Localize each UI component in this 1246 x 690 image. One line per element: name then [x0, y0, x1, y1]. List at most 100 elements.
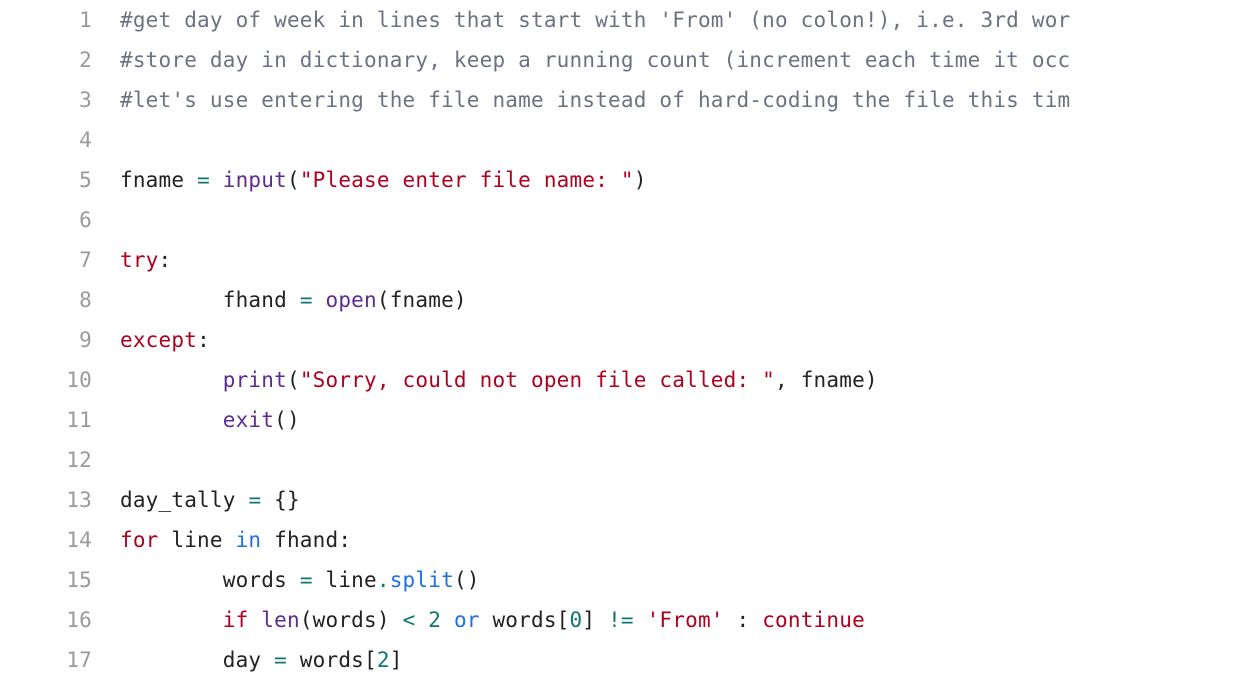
code-token: line [313, 568, 377, 592]
code-token: for [120, 528, 159, 552]
code-line[interactable]: 9except: [0, 320, 1246, 360]
code-content[interactable]: if len(words) < 2 or words[0] != 'From' … [120, 600, 865, 640]
code-token [248, 608, 261, 632]
code-line[interactable]: 15 words = line.split() [0, 560, 1246, 600]
code-content[interactable]: fhand = open(fname) [120, 280, 467, 320]
code-token: , fname) [775, 368, 878, 392]
code-token: print [223, 368, 287, 392]
code-token [441, 608, 454, 632]
indent [120, 648, 223, 672]
code-token: words [223, 568, 300, 592]
code-token: < [403, 608, 416, 632]
code-token: fname [120, 168, 197, 192]
code-line[interactable]: 10 print("Sorry, could not open file cal… [0, 360, 1246, 400]
code-line[interactable]: 11 exit() [0, 400, 1246, 440]
code-token: fhand: [261, 528, 351, 552]
code-token: = [197, 168, 210, 192]
line-number: 2 [0, 40, 120, 80]
code-token: day [223, 648, 274, 672]
code-token: or [454, 608, 480, 632]
code-content[interactable]: except: [120, 320, 210, 360]
code-token: (fname) [377, 288, 467, 312]
line-number: 9 [0, 320, 120, 360]
code-content[interactable]: day_tally = {} [120, 480, 300, 520]
code-token: = [300, 288, 313, 312]
code-content[interactable]: try: [120, 240, 171, 280]
code-token: #store day in dictionary, keep a running… [120, 48, 1070, 72]
code-token: day_tally [120, 488, 248, 512]
code-content[interactable]: #store day in dictionary, keep a running… [120, 40, 1070, 80]
code-token [210, 168, 223, 192]
line-number: 14 [0, 520, 120, 560]
code-token: "Please enter file name: " [300, 168, 634, 192]
code-token [634, 608, 647, 632]
code-token: ] [390, 648, 403, 672]
code-token: input [223, 168, 287, 192]
code-token: () [454, 568, 480, 592]
code-token [313, 288, 326, 312]
line-number: 8 [0, 280, 120, 320]
code-token: () [274, 408, 300, 432]
code-line[interactable]: 8 fhand = open(fname) [0, 280, 1246, 320]
code-token: 2 [428, 608, 441, 632]
code-token: 0 [570, 608, 583, 632]
code-line[interactable]: 14for line in fhand: [0, 520, 1246, 560]
code-line[interactable]: 13day_tally = {} [0, 480, 1246, 520]
code-token: words[ [480, 608, 570, 632]
code-token: ] [582, 608, 608, 632]
line-number: 5 [0, 160, 120, 200]
line-number: 13 [0, 480, 120, 520]
line-number: 17 [0, 640, 120, 680]
code-token: exit [223, 408, 274, 432]
code-token: ( [287, 168, 300, 192]
code-token: line [159, 528, 236, 552]
code-token: "Sorry, could not open file called: " [300, 368, 775, 392]
indent [120, 288, 223, 312]
code-token: split [390, 568, 454, 592]
code-content[interactable]: #get day of week in lines that start wit… [120, 0, 1070, 40]
code-token: open [326, 288, 377, 312]
code-token: (words) [300, 608, 403, 632]
code-line[interactable]: 7try: [0, 240, 1246, 280]
code-line[interactable]: 12 [0, 440, 1246, 480]
code-line[interactable]: 3#let's use entering the file name inste… [0, 80, 1246, 120]
code-content[interactable]: day = words[2] [120, 640, 403, 680]
code-token: : [724, 608, 763, 632]
code-token: {} [261, 488, 300, 512]
code-token: : [197, 328, 210, 352]
code-token: = [248, 488, 261, 512]
line-number: 6 [0, 200, 120, 240]
code-editor[interactable]: 1#get day of week in lines that start wi… [0, 0, 1246, 690]
code-token: #get day of week in lines that start wit… [120, 8, 1070, 32]
code-line[interactable]: 16 if len(words) < 2 or words[0] != 'Fro… [0, 600, 1246, 640]
code-token: != [608, 608, 634, 632]
code-content[interactable]: exit() [120, 400, 300, 440]
code-token: except [120, 328, 197, 352]
code-token: . [377, 568, 390, 592]
code-line[interactable]: 17 day = words[2] [0, 640, 1246, 680]
code-token [415, 608, 428, 632]
code-content[interactable]: fname = input("Please enter file name: "… [120, 160, 647, 200]
code-token: #let's use entering the file name instea… [120, 88, 1070, 112]
code-token: fhand [223, 288, 300, 312]
code-line[interactable]: 5fname = input("Please enter file name: … [0, 160, 1246, 200]
code-token: try [120, 248, 159, 272]
line-number: 12 [0, 440, 120, 480]
line-number: 3 [0, 80, 120, 120]
indent [120, 608, 223, 632]
code-token: : [159, 248, 172, 272]
code-content[interactable]: #let's use entering the file name instea… [120, 80, 1070, 120]
code-content[interactable]: words = line.split() [120, 560, 480, 600]
code-line[interactable]: 4 [0, 120, 1246, 160]
code-line[interactable]: 1#get day of week in lines that start wi… [0, 0, 1246, 40]
indent [120, 408, 223, 432]
code-token: 'From' [647, 608, 724, 632]
line-number: 16 [0, 600, 120, 640]
code-token: 2 [377, 648, 390, 672]
code-line[interactable]: 6 [0, 200, 1246, 240]
code-line[interactable]: 2#store day in dictionary, keep a runnin… [0, 40, 1246, 80]
code-content[interactable]: print("Sorry, could not open file called… [120, 360, 878, 400]
code-content[interactable]: for line in fhand: [120, 520, 351, 560]
line-number: 15 [0, 560, 120, 600]
code-token: continue [762, 608, 865, 632]
